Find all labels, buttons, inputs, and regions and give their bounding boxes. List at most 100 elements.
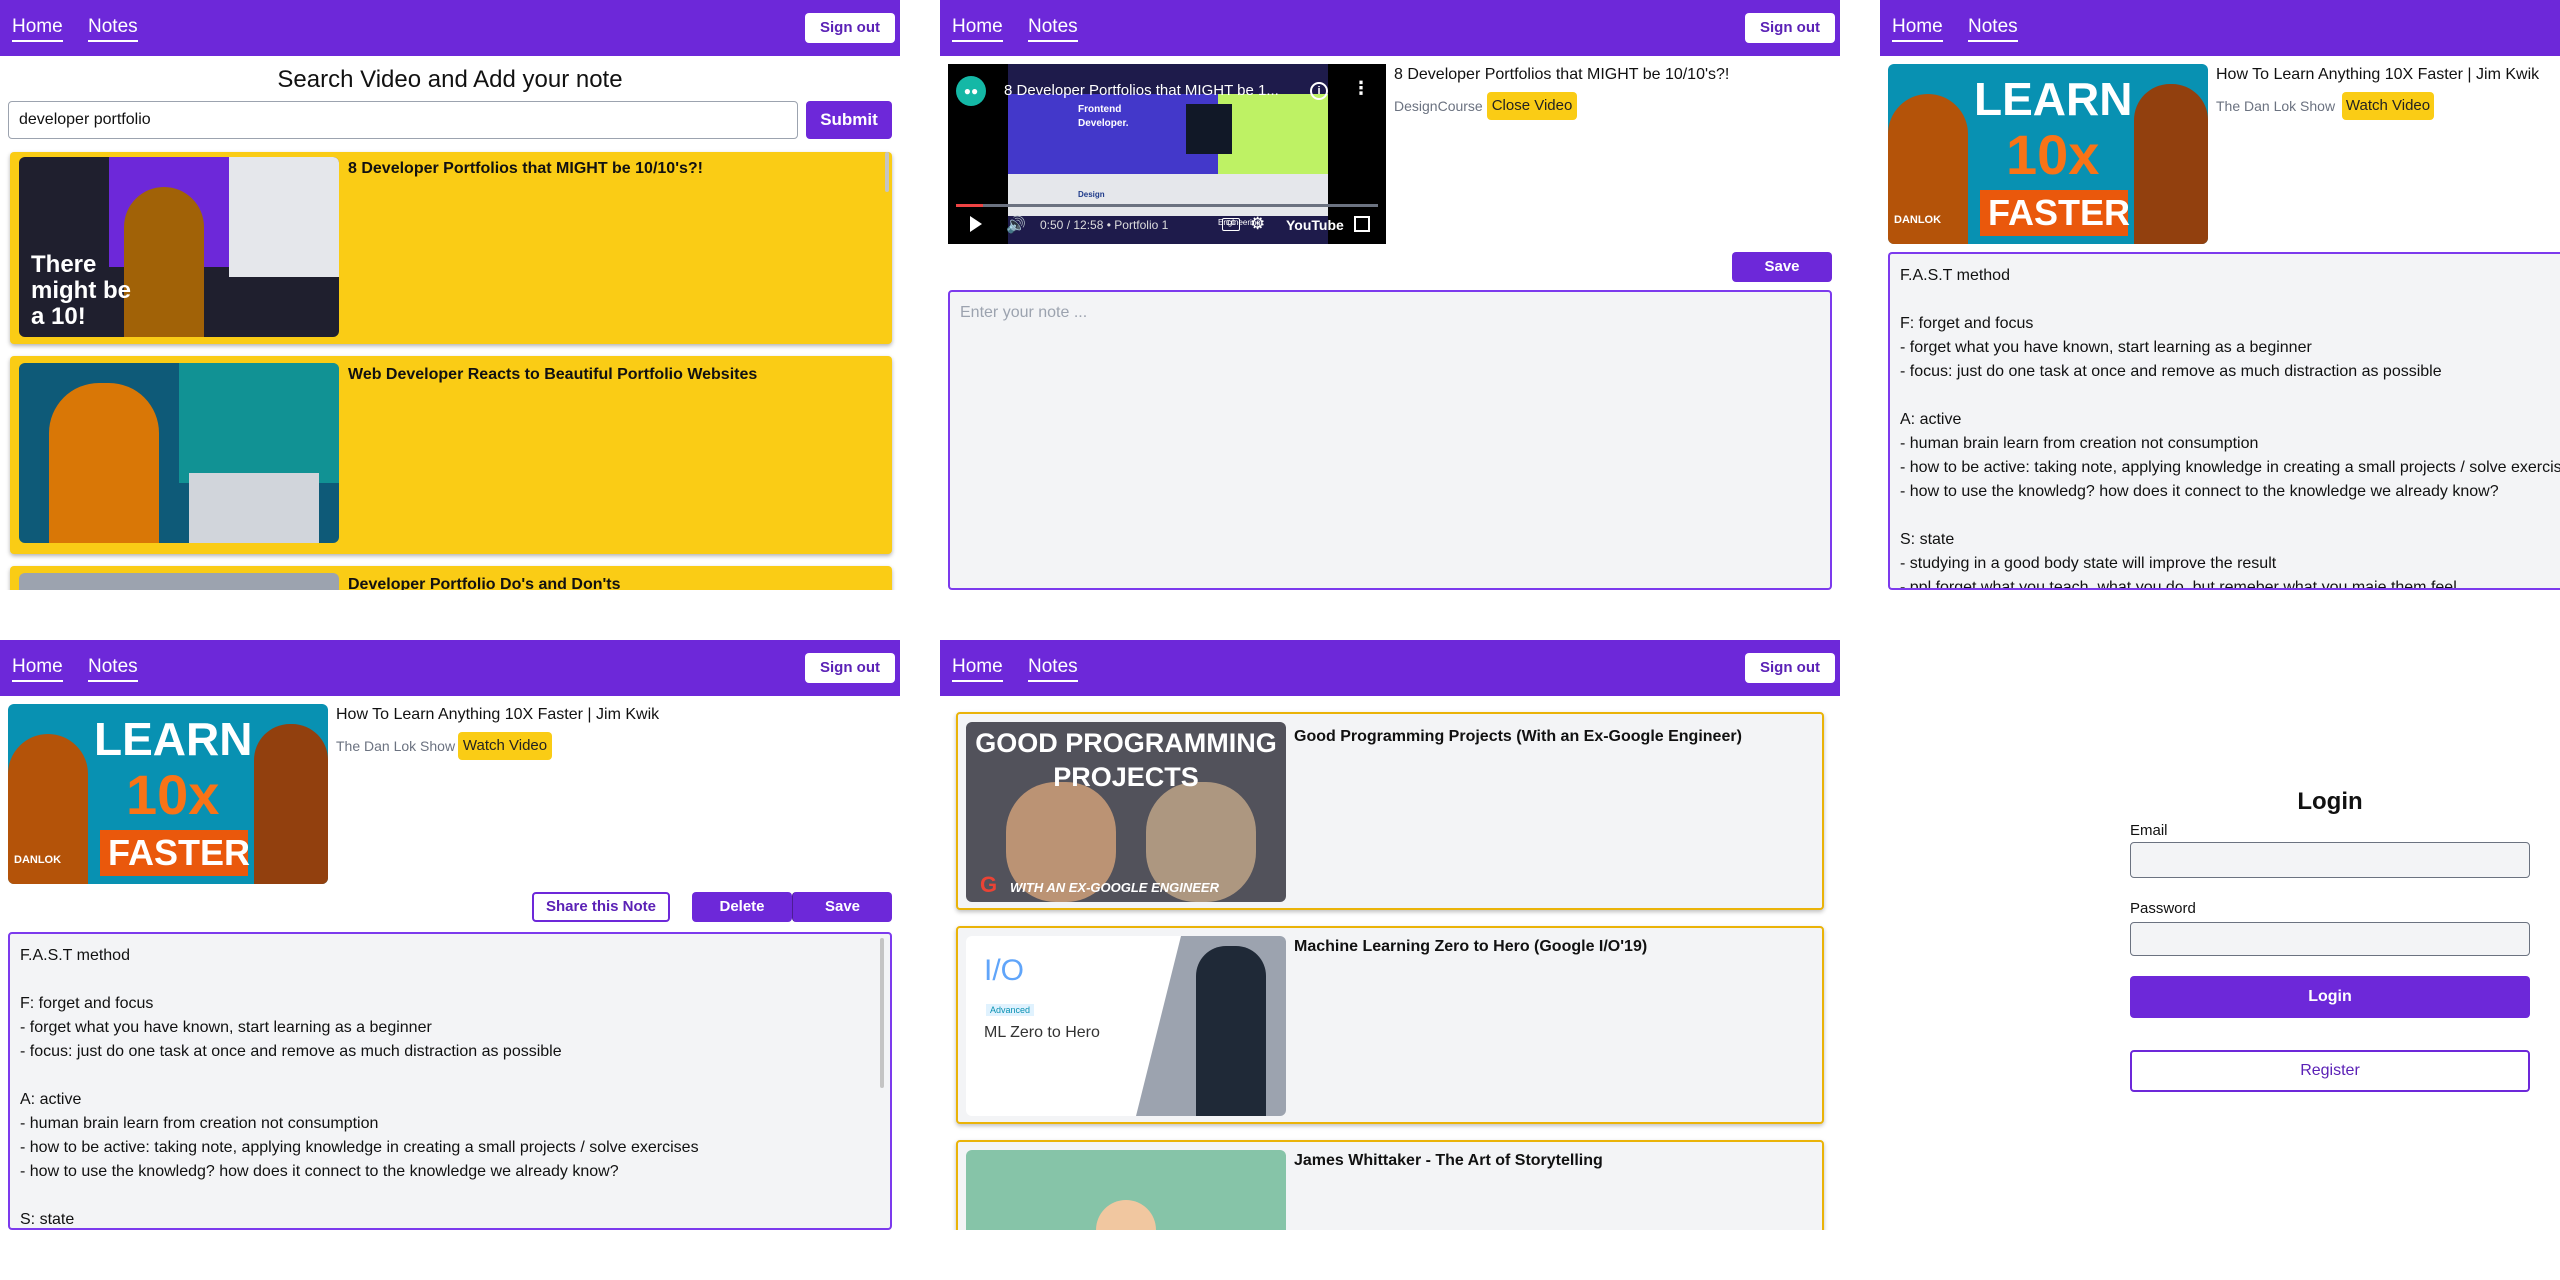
results-scrollbar[interactable] — [885, 152, 889, 192]
video-thumbnail: LEARN 10x FASTER DANLOK — [1888, 64, 2208, 244]
more-options-icon[interactable]: ⋮ — [1352, 78, 1370, 99]
channel-avatar-icon: ●● — [956, 76, 986, 106]
note-textarea[interactable]: F.A.S.T method F: forget and focus - for… — [8, 932, 892, 1230]
nav-home-link[interactable]: Home — [952, 16, 1003, 42]
note-line — [20, 1184, 699, 1208]
thumb-brand: DANLOK — [14, 854, 62, 866]
thumb-tag: Advanced — [986, 1004, 1035, 1016]
navbar: Home Notes Sign out — [940, 640, 1840, 696]
sign-out-button[interactable]: Sign out — [1745, 653, 1835, 683]
note-card[interactable]: James Whittaker - The Art of Storytellin… — [956, 1140, 1824, 1230]
nav-notes-link[interactable]: Notes — [88, 656, 138, 682]
play-icon[interactable] — [970, 216, 982, 232]
time-text: 0:50 / 12:58 — [1040, 218, 1104, 232]
save-button[interactable]: Save — [1732, 252, 1832, 282]
close-video-button[interactable]: Close Video — [1487, 92, 1577, 120]
search-input[interactable]: developer portfolio — [8, 101, 798, 139]
player-panel: Home Notes Sign out Frontend Developer. … — [940, 0, 1840, 600]
nav-notes-link[interactable]: Notes — [1968, 16, 2018, 42]
slide-lower — [1008, 174, 1328, 216]
result-thumbnail: There might be a 10! — [19, 157, 339, 337]
login-button[interactable]: Login — [2130, 976, 2530, 1018]
note-card[interactable]: GOOD PROGRAMMING PROJECTS G WITH AN EX-G… — [956, 712, 1824, 910]
thumb-laptop — [189, 473, 319, 543]
note-card[interactable]: I/O Advanced ML Zero to Hero Machine Lea… — [956, 926, 1824, 1124]
note-line: - human brain learn from creation not co… — [1900, 435, 2259, 452]
thumb-sketch — [229, 157, 339, 277]
sign-out-button[interactable]: Sign out — [805, 13, 895, 43]
note-line: S: state — [20, 1211, 75, 1228]
notes-list-panel: Home Notes Sign out GOOD PROGRAMMING PRO… — [940, 640, 1840, 1230]
navbar: Home Notes Sign out — [940, 0, 1840, 56]
progress-played — [956, 204, 983, 207]
nav-home-link[interactable]: Home — [1892, 16, 1943, 42]
result-title: Web Developer Reacts to Beautiful Portfo… — [348, 366, 758, 383]
note-line: - human brain learn from creation not co… — [20, 1115, 379, 1132]
channel-name: The Dan Lok Show — [336, 738, 456, 754]
delete-button[interactable]: Delete — [692, 892, 792, 922]
note-line: A: active — [20, 1091, 82, 1108]
thumb-learn: LEARN — [1974, 73, 2133, 125]
slide-text: Developer. — [1078, 118, 1129, 129]
result-thumbnail — [19, 573, 339, 590]
thumb-caption: There might be a 10! — [31, 251, 131, 330]
nav-home-link[interactable]: Home — [12, 656, 63, 682]
note-title: Machine Learning Zero to Hero (Google I/… — [1294, 938, 1648, 955]
password-field[interactable] — [2130, 922, 2530, 956]
thumb-speaker — [1096, 1200, 1156, 1230]
watch-video-button[interactable]: Watch Video — [2342, 92, 2434, 120]
note-line: - studying in a good body state will imp… — [1900, 555, 2277, 572]
volume-icon[interactable]: 🔊 — [1006, 215, 1026, 235]
email-field[interactable] — [2130, 842, 2530, 878]
nav-notes-link[interactable]: Notes — [88, 16, 138, 42]
watch-video-button[interactable]: Watch Video — [458, 732, 552, 760]
channel-name: DesignCourse — [1394, 98, 1483, 114]
thumb-learn: LEARN — [94, 713, 253, 765]
video-title: How To Learn Anything 10X Faster | Jim K… — [336, 706, 660, 723]
share-note-button[interactable]: Share this Note — [532, 892, 670, 922]
progress-bar[interactable] — [956, 204, 1378, 207]
video-overlay-title: 8 Developer Portfolios that MIGHT be 1..… — [1004, 82, 1279, 99]
captions-icon[interactable]: CC — [1222, 218, 1240, 231]
sign-out-button[interactable]: Sign out — [1745, 13, 1835, 43]
save-button[interactable]: Save — [792, 892, 892, 922]
note-lines: F.A.S.T method F: forget and focus - for… — [1900, 264, 2560, 588]
search-result-card[interactable]: Developer Portfolio Do's and Don'ts — [10, 566, 892, 590]
note-placeholder: Enter your note ... — [960, 304, 1088, 321]
result-title: 8 Developer Portfolios that MIGHT be 10/… — [348, 160, 703, 177]
note-thumbnail: GOOD PROGRAMMING PROJECTS G WITH AN EX-G… — [966, 722, 1286, 902]
nav-notes-link[interactable]: Notes — [1028, 656, 1078, 682]
note-edit-panel: Home Notes Sign out LEARN 10x FASTER DAN… — [0, 640, 900, 1240]
note-content[interactable]: F.A.S.T method F: forget and focus - for… — [1888, 252, 2560, 590]
nav-home-link[interactable]: Home — [952, 656, 1003, 682]
note-line: - how to use the knowledg? how does it c… — [20, 1163, 619, 1180]
thumb-line1: GOOD PROGRAMMING — [975, 728, 1277, 758]
video-time: 0:50 / 12:58 • Portfolio 1 — [1040, 218, 1168, 232]
chapter-text: Portfolio 1 — [1114, 218, 1169, 232]
result-title: Developer Portfolio Do's and Don'ts — [348, 576, 621, 590]
slide-text: Design — [1078, 190, 1105, 199]
note-scrollbar[interactable] — [880, 938, 884, 1088]
fullscreen-icon[interactable] — [1354, 216, 1370, 232]
search-result-card[interactable]: Web Developer Reacts to Beautiful Portfo… — [10, 356, 892, 554]
nav-notes-link[interactable]: Notes — [1028, 16, 1078, 42]
video-player[interactable]: Frontend Developer. Design Engineering ●… — [948, 64, 1386, 244]
io-logo: I/O — [984, 954, 1025, 987]
register-button[interactable]: Register — [2130, 1050, 2530, 1092]
settings-icon[interactable]: ⚙ — [1250, 214, 1265, 234]
youtube-logo[interactable]: YouTube — [1286, 217, 1344, 233]
note-textarea[interactable]: Enter your note ... — [948, 290, 1832, 590]
thumb-person — [49, 383, 159, 543]
slide-text: Frontend — [1078, 104, 1122, 115]
login-title: Login — [2297, 788, 2363, 815]
note-line: A: active — [1900, 411, 1962, 428]
info-icon[interactable]: i — [1310, 82, 1328, 100]
search-result-card[interactable]: There might be a 10! 8 Developer Portfol… — [10, 152, 892, 344]
note-thumbnail: I/O Advanced ML Zero to Hero — [966, 936, 1286, 1116]
note-view-panel: Home Notes LEARN 10x FASTER DANLOK How T… — [1880, 0, 2560, 590]
submit-button[interactable]: Submit — [806, 101, 892, 139]
sign-out-button[interactable]: Sign out — [805, 653, 895, 683]
nav-home-link[interactable]: Home — [12, 16, 63, 42]
video-title: 8 Developer Portfolios that MIGHT be 10/… — [1394, 66, 1730, 83]
thumb-footer: WITH AN EX-GOOGLE ENGINEER — [1010, 880, 1219, 895]
